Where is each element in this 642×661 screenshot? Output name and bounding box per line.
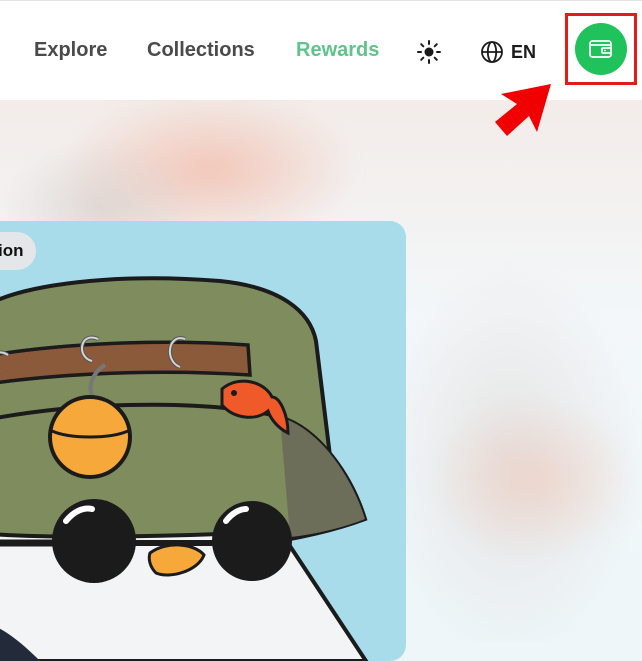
card-badge: ion — [0, 232, 36, 270]
wallet-icon — [589, 40, 612, 58]
globe-icon — [481, 41, 503, 63]
pointer-arrow-annotation — [495, 84, 551, 136]
nav-rewards[interactable]: Rewards — [296, 39, 379, 62]
sun-icon — [417, 40, 441, 64]
background-blur — [430, 400, 640, 560]
connect-wallet-button[interactable] — [575, 23, 627, 75]
wallet-highlight-box — [565, 13, 637, 85]
nav-explore[interactable]: Explore — [34, 39, 107, 62]
nft-card[interactable] — [0, 221, 406, 661]
language-selector[interactable]: EN — [480, 39, 536, 65]
nav-collections[interactable]: Collections — [147, 39, 255, 62]
theme-toggle-button[interactable] — [414, 37, 444, 67]
language-label: EN — [511, 41, 537, 62]
penguin-artwork-image — [0, 276, 369, 661]
card-badge-label: ion — [0, 241, 24, 260]
